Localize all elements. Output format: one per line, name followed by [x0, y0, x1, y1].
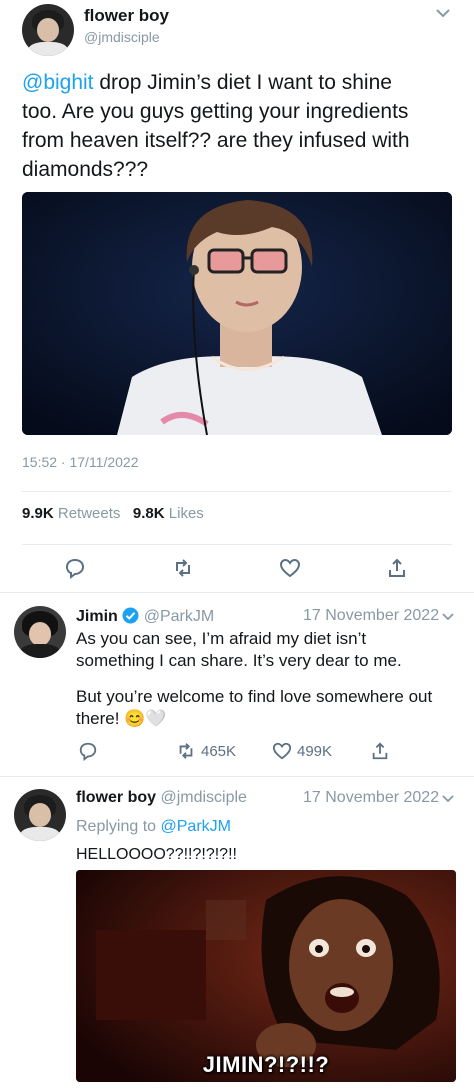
tweet-text-line: @bighit drop Jimin’s diet I want to shin… — [22, 71, 392, 94]
divider — [22, 491, 452, 492]
reply-date[interactable]: 17 November 2022 — [303, 789, 439, 807]
handle[interactable]: @jmdisciple — [160, 789, 246, 806]
tweet-text-line: from heaven itself?? are they infused wi… — [22, 129, 410, 152]
reply-icon[interactable] — [64, 557, 86, 579]
divider — [0, 592, 474, 593]
share-icon[interactable] — [370, 741, 390, 761]
retweet-icon[interactable] — [172, 557, 194, 579]
reply-text-line: As you can see, I’m afraid my diet isn’t — [76, 629, 367, 648]
chevron-down-icon[interactable] — [440, 792, 456, 806]
display-name[interactable]: Jimin — [76, 608, 118, 625]
reply-text-line: there! 😊🤍 — [76, 709, 167, 728]
tweet-stats: 9.9K Retweets 9.8K Likes — [22, 505, 204, 522]
meme-caption: JIMIN?!?!!? — [202, 1052, 330, 1077]
mention-link[interactable]: @bighit — [22, 71, 94, 94]
reply-header: flower boy @jmdisciple — [76, 789, 247, 807]
retweets-stat[interactable]: 9.9K Retweets — [22, 505, 120, 522]
divider — [0, 776, 474, 777]
reply-text: As you can see, I’m afraid my diet isn’t… — [76, 628, 466, 730]
display-name[interactable]: flower boy — [76, 789, 156, 806]
divider — [22, 544, 452, 545]
likes-stat[interactable]: 9.8K Likes — [133, 505, 204, 522]
like-button[interactable]: 499K — [272, 741, 332, 761]
like-icon[interactable] — [279, 557, 301, 579]
tweet-text-line: diamonds??? — [22, 158, 149, 181]
reply-icon[interactable] — [78, 741, 98, 761]
tweet-photo[interactable] — [22, 192, 452, 435]
verified-badge-icon — [122, 607, 139, 624]
handle[interactable]: @ParkJM — [144, 608, 214, 625]
tweet-timestamp[interactable]: 15:52 · 17/11/2022 — [22, 454, 139, 470]
avatar[interactable] — [14, 789, 66, 841]
display-name[interactable]: flower boy — [84, 6, 169, 26]
reply-date[interactable]: 17 November 2022 — [303, 607, 439, 625]
reply-text-line: But you’re welcome to find love somewher… — [76, 687, 433, 706]
tweet-text-line: too. Are you guys getting your ingredien… — [22, 100, 409, 123]
avatar[interactable] — [22, 4, 74, 56]
like-icon — [272, 741, 292, 761]
replying-to-link[interactable]: @ParkJM — [161, 818, 231, 835]
handle[interactable]: @jmdisciple — [84, 29, 160, 45]
chevron-down-icon[interactable] — [434, 6, 452, 20]
share-icon[interactable] — [386, 557, 408, 579]
reply-text: HELLOOOO??!!?!?!?!! — [76, 846, 237, 863]
retweet-button[interactable]: 465K — [176, 741, 236, 761]
tweet-text: @bighit drop Jimin’s diet I want to shin… — [22, 68, 462, 184]
chevron-down-icon[interactable] — [440, 610, 456, 624]
retweet-icon — [176, 741, 196, 761]
avatar[interactable] — [14, 606, 66, 658]
retweet-count: 465K — [201, 742, 237, 760]
reply-text-line: something I can share. It’s very dear to… — [76, 651, 402, 670]
reply-header: Jimin @ParkJM — [76, 607, 214, 626]
like-count: 499K — [297, 742, 333, 760]
tweet-photo[interactable]: JIMIN?!?!!? — [76, 870, 456, 1082]
replying-to: Replying to @ParkJM — [76, 818, 231, 835]
